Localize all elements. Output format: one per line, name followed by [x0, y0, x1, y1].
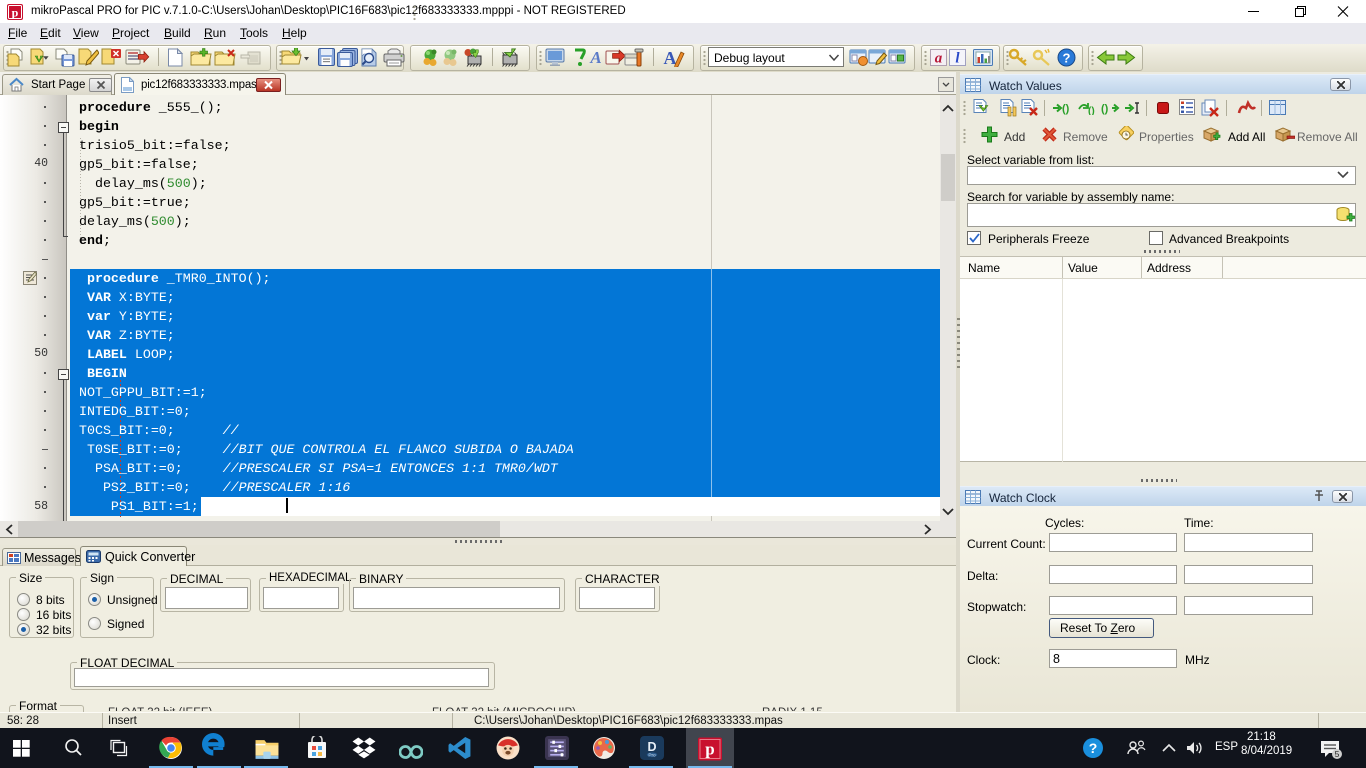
- svg-text:?: ?: [1089, 740, 1098, 756]
- svg-text:A: A: [664, 48, 677, 67]
- svg-text:A: A: [589, 48, 601, 67]
- svg-text:a: a: [935, 51, 943, 67]
- svg-text:(): (): [1101, 103, 1109, 115]
- svg-text:(): (): [1062, 103, 1070, 115]
- svg-text:5: 5: [1335, 749, 1340, 759]
- svg-text:p: p: [12, 6, 19, 20]
- svg-text:?: ?: [1063, 51, 1071, 66]
- svg-text:Pro: Pro: [648, 753, 656, 758]
- svg-text:(): (): [1088, 106, 1095, 115]
- svg-text:p: p: [705, 740, 714, 759]
